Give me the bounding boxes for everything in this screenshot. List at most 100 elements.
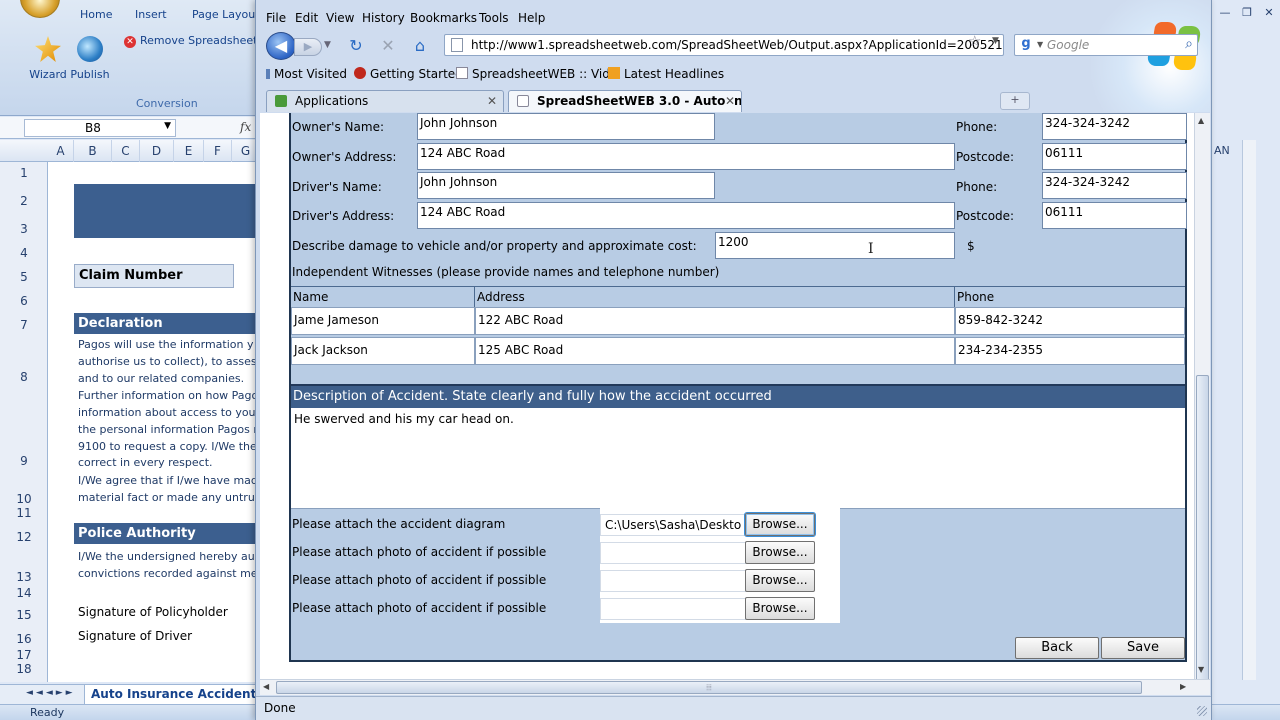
browse-photo-button[interactable]: Browse...	[745, 597, 815, 620]
stop-icon[interactable]: ✕	[378, 36, 398, 56]
sheet-nav-arrows-icon[interactable]: ◄◄◄►►	[26, 688, 76, 698]
scroll-left-icon[interactable]: ◀	[263, 682, 269, 691]
owner-name-field[interactable]: John Johnson	[417, 113, 715, 140]
description-textarea[interactable]: He swerved and his my car head on.	[291, 408, 1185, 509]
row-header[interactable]: 18	[0, 662, 48, 676]
witness-address-cell[interactable]: 122 ABC Road	[475, 307, 955, 335]
row-header[interactable]: 1	[0, 166, 48, 180]
witness-phone-cell[interactable]: 859-842-3242	[955, 307, 1185, 335]
publish-button[interactable]: Publish	[70, 36, 110, 86]
back-button[interactable]: Back	[1015, 637, 1099, 659]
home-icon[interactable]: ⌂	[410, 36, 430, 56]
driver-name-field[interactable]: John Johnson	[417, 172, 715, 199]
row-header[interactable]: 5	[0, 270, 48, 284]
owner-address-field[interactable]: 124 ABC Road	[417, 143, 955, 170]
close-tab-icon[interactable]: ✕	[724, 94, 735, 108]
scroll-down-icon[interactable]: ▼	[1198, 665, 1204, 674]
menu-tools[interactable]: Tools	[479, 11, 509, 25]
remove-spreadsheetweb-button[interactable]: ✕ Remove SpreadsheetW	[124, 34, 268, 48]
photo-file-field[interactable]	[600, 598, 746, 620]
tab-spreadsheetweb[interactable]: SpreadSheetWEB 3.0 - Auto Insur... ✕	[508, 90, 742, 112]
spreadsheet-grid[interactable]: Claim Number Declaration Pagos will use …	[48, 162, 264, 682]
owner-postcode-field[interactable]: 06111	[1042, 143, 1187, 170]
witness-name-cell[interactable]: Jack Jackson	[291, 337, 475, 365]
browse-photo-button[interactable]: Browse...	[745, 541, 815, 564]
owner-phone-field[interactable]: 324-324-3242	[1042, 113, 1187, 140]
claim-number-cell[interactable]: Claim Number	[74, 264, 234, 288]
browse-diagram-button[interactable]: Browse...	[744, 512, 816, 537]
new-tab-button[interactable]: +	[1000, 92, 1030, 110]
scrollbar-thumb[interactable]: ⦙⦙⦙	[276, 681, 1142, 694]
bookmark-getting-started[interactable]: Getting Started	[354, 67, 463, 81]
menu-file[interactable]: File	[266, 11, 286, 25]
driver-phone-field[interactable]: 324-324-3242	[1042, 172, 1187, 199]
wizard-button[interactable]: Wizard	[28, 36, 68, 86]
column-header[interactable]: A	[48, 140, 74, 162]
office-button[interactable]	[20, 0, 60, 18]
row-header[interactable]: 11	[0, 506, 48, 520]
row-header[interactable]: 17	[0, 648, 48, 662]
resize-grip-icon[interactable]	[1197, 706, 1207, 716]
diagram-file-field[interactable]: C:\Users\Sasha\Deskto	[600, 514, 746, 536]
row-header[interactable]: 4	[0, 246, 48, 260]
google-icon[interactable]: g	[1017, 36, 1035, 54]
close-icon[interactable]: ✕	[1260, 6, 1278, 20]
ribbon-tab-insert[interactable]: Insert	[135, 8, 167, 21]
name-box[interactable]: B8 ▼	[24, 119, 176, 137]
column-header[interactable]: E	[174, 140, 204, 162]
row-header[interactable]: 9	[0, 454, 48, 468]
vertical-scrollbar[interactable]: ▲ ▼	[1194, 113, 1210, 681]
bookmark-most-visited[interactable]: Most Visited	[266, 67, 347, 81]
row-header[interactable]: 16	[0, 632, 48, 646]
photo-file-field[interactable]	[600, 570, 746, 592]
minimize-icon[interactable]: —	[1216, 6, 1234, 20]
bookmark-star-icon[interactable]: ☆	[968, 32, 981, 50]
forward-arrow-icon[interactable]: ▶	[294, 38, 322, 56]
tab-applications[interactable]: Applications ✕	[266, 90, 504, 112]
menu-view[interactable]: View	[326, 11, 354, 25]
restore-icon[interactable]: ❐	[1238, 6, 1256, 20]
browse-photo-button[interactable]: Browse...	[745, 569, 815, 592]
sheet-tab-auto-insurance[interactable]: Auto Insurance Accident Cl	[84, 685, 281, 705]
close-tab-icon[interactable]: ✕	[487, 94, 497, 108]
witness-phone-cell[interactable]: 234-234-2355	[955, 337, 1185, 365]
driver-postcode-field[interactable]: 06111	[1042, 202, 1187, 229]
witness-address-cell[interactable]: 125 ABC Road	[475, 337, 955, 365]
reload-icon[interactable]: ↻	[346, 36, 366, 56]
url-dropdown-icon[interactable]: ▼	[992, 36, 999, 46]
scroll-right-icon[interactable]: ▶	[1180, 682, 1186, 691]
column-header[interactable]: D	[140, 140, 174, 162]
column-header[interactable]: AN	[1214, 144, 1230, 157]
menu-bookmarks[interactable]: Bookmarks	[410, 11, 477, 25]
history-dropdown-icon[interactable]: ▼	[324, 40, 331, 50]
menu-history[interactable]: History	[362, 11, 405, 25]
function-icon[interactable]: fx	[240, 120, 251, 134]
row-header[interactable]: 10	[0, 492, 48, 506]
ribbon-tab-home[interactable]: Home	[80, 8, 112, 21]
row-header[interactable]: 8	[0, 370, 48, 384]
bookmark-latest-headlines[interactable]: Latest Headlines	[608, 67, 724, 81]
row-header[interactable]: 7	[0, 318, 48, 332]
save-button[interactable]: Save	[1101, 637, 1185, 659]
address-bar[interactable]: http://www1.spreadsheetweb.com/SpreadShe…	[444, 34, 1004, 56]
row-header[interactable]: 2	[0, 194, 48, 208]
column-header[interactable]: C	[112, 140, 140, 162]
column-header[interactable]: F	[204, 140, 232, 162]
row-header[interactable]: 12	[0, 530, 48, 544]
ribbon-tab-page-layout[interactable]: Page Layout	[192, 8, 260, 21]
search-engine-dropdown-icon[interactable]: ▼	[1037, 40, 1043, 49]
scroll-up-icon[interactable]: ▲	[1198, 116, 1204, 125]
horizontal-scrollbar[interactable]: ◀ ⦙⦙⦙ ▶	[260, 679, 1210, 695]
photo-file-field[interactable]	[600, 542, 746, 564]
search-icon[interactable]: ⌕	[1185, 36, 1193, 52]
back-arrow-icon[interactable]: ◀	[266, 32, 296, 60]
menu-help[interactable]: Help	[518, 11, 545, 25]
row-header[interactable]: 15	[0, 608, 48, 622]
column-header[interactable]: B	[74, 140, 112, 162]
row-header[interactable]: 3	[0, 222, 48, 236]
bookmark-spreadsheetweb[interactable]: SpreadsheetWEB :: Vid...	[456, 67, 621, 81]
excel-vertical-scrollbar[interactable]	[1242, 140, 1256, 680]
row-header[interactable]: 14	[0, 586, 48, 600]
search-bar[interactable]: g ▼ Google ⌕	[1014, 34, 1198, 56]
row-header[interactable]: 6	[0, 294, 48, 308]
